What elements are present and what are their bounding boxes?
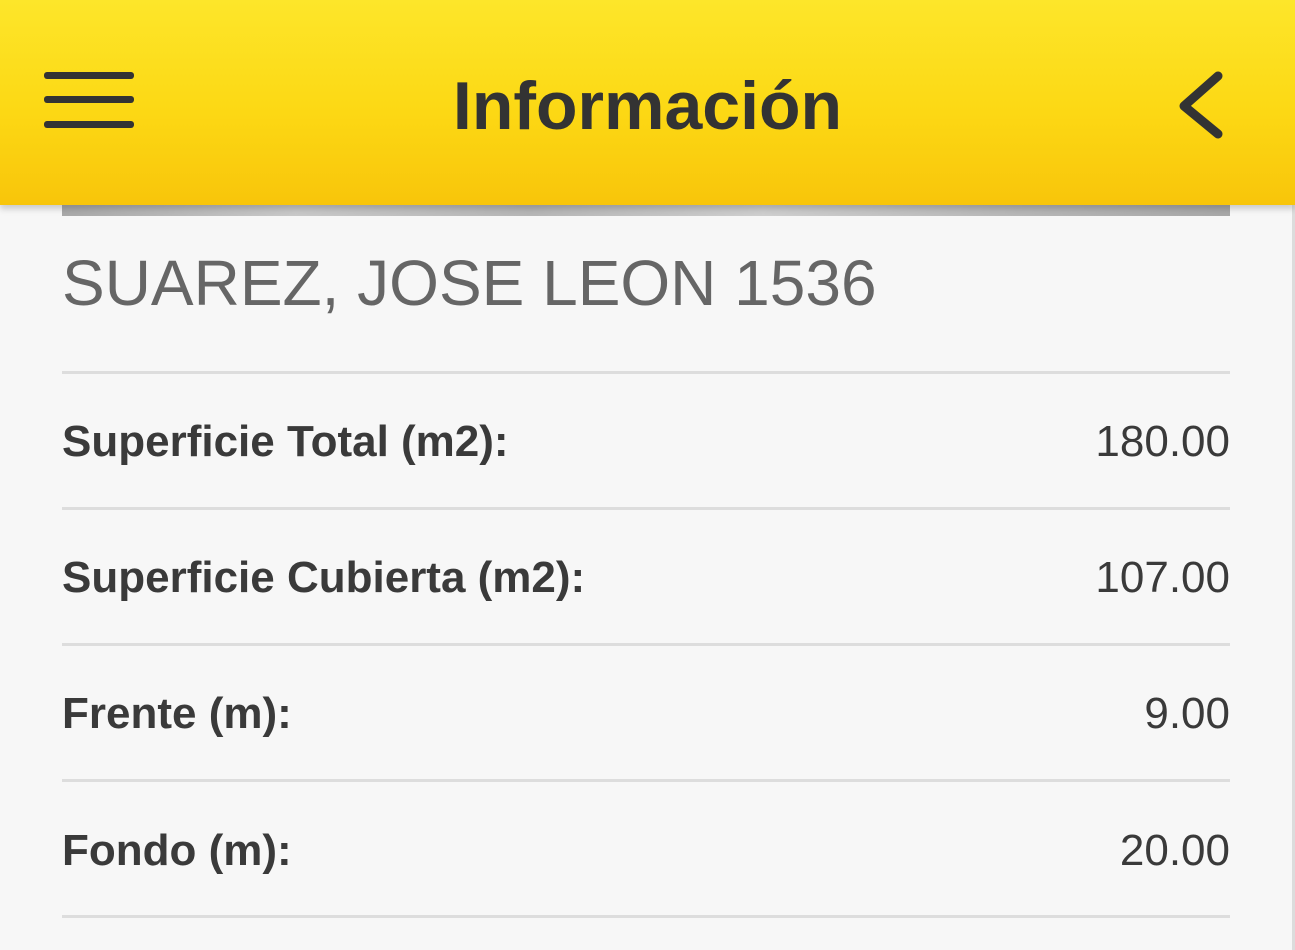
app-header: Información: [0, 0, 1295, 205]
page-title: Información: [452, 68, 843, 144]
detail-label: Frente (m):: [62, 689, 292, 738]
chevron-left-icon[interactable]: [1170, 70, 1230, 140]
detail-row-fondo: Fondo (m): 20.00: [62, 816, 1230, 886]
detail-label: Fondo (m):: [62, 826, 292, 875]
info-content: SUAREZ, JOSE LEON 1536 Superficie Total …: [0, 205, 1295, 950]
detail-label: Superficie Cubierta (m2):: [62, 553, 586, 602]
property-photo: [62, 205, 1230, 216]
detail-value: 107.00: [1095, 553, 1230, 602]
divider: [62, 507, 1230, 510]
detail-row-frente: Frente (m): 9.00: [62, 679, 1230, 749]
divider: [62, 779, 1230, 782]
property-address: SUAREZ, JOSE LEON 1536: [62, 247, 877, 319]
detail-value: 20.00: [1119, 826, 1230, 875]
detail-value: 9.00: [1144, 689, 1230, 738]
detail-row-superficie-total: Superficie Total (m2): 180.00: [62, 407, 1230, 477]
divider: [62, 915, 1230, 918]
detail-row-superficie-cubierta: Superficie Cubierta (m2): 107.00: [62, 543, 1230, 613]
detail-value: 180.00: [1095, 417, 1230, 466]
detail-label: Superficie Total (m2):: [62, 417, 509, 466]
divider: [62, 371, 1230, 374]
divider: [62, 643, 1230, 646]
